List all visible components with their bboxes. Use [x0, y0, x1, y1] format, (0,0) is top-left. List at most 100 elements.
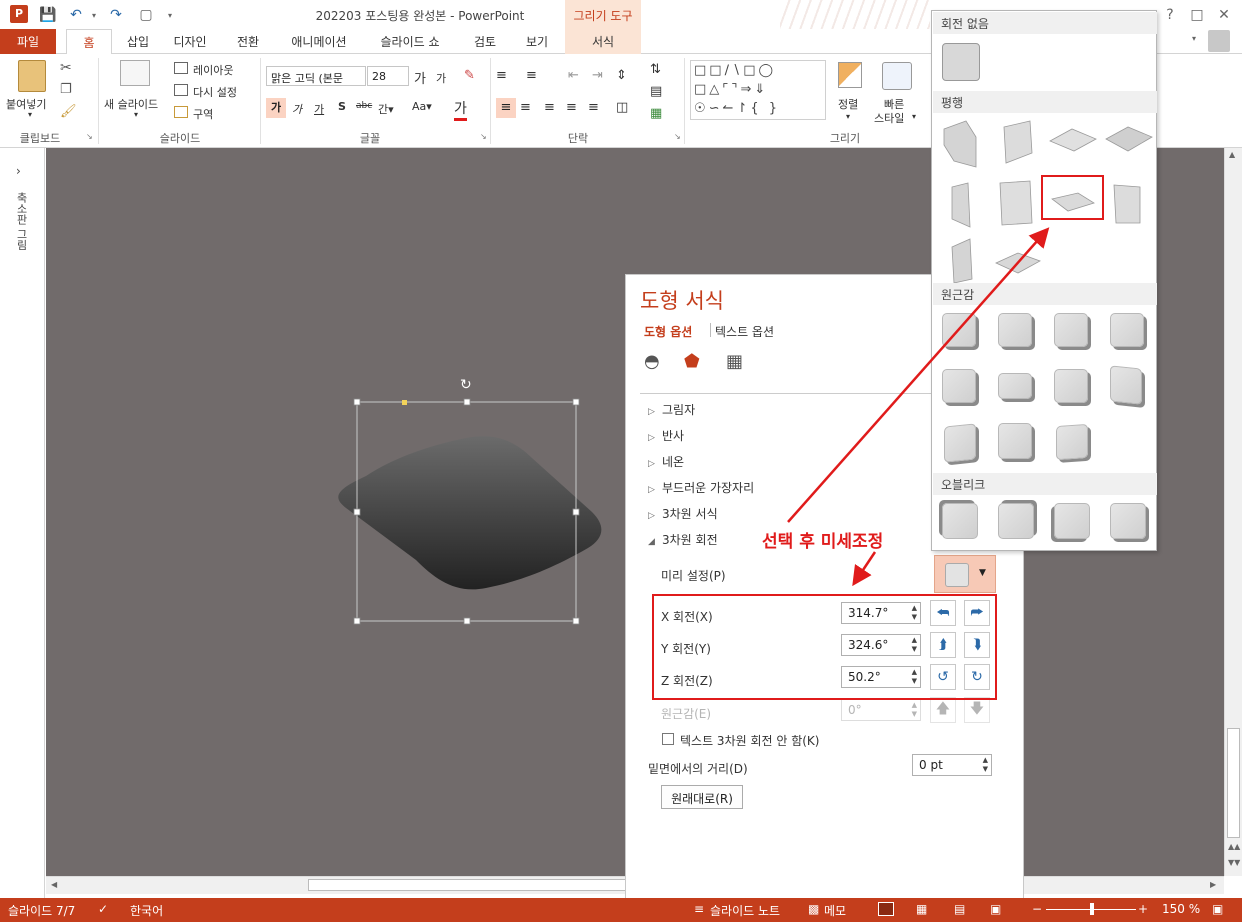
tab-format[interactable]: 서식: [565, 29, 641, 54]
preset-dropdown-button[interactable]: ▼: [934, 555, 996, 593]
h-scroll-thumb[interactable]: [308, 879, 628, 891]
preset-perspective-1[interactable]: [942, 313, 976, 347]
paste-icon[interactable]: [18, 60, 46, 92]
preset-perspective-10[interactable]: [998, 423, 1032, 459]
font-launcher-icon[interactable]: ↘: [480, 132, 487, 141]
distance-input[interactable]: 0 pt ▲ ▼: [912, 754, 992, 776]
tab-file[interactable]: 파일: [0, 29, 56, 54]
keep-text-flat-label[interactable]: 텍스트 3차원 회전 안 함(K): [680, 732, 820, 749]
notes-button[interactable]: 슬라이드 노트: [710, 902, 780, 919]
zoom-slider-thumb[interactable]: [1090, 903, 1094, 915]
comments-button[interactable]: 메모: [824, 902, 846, 919]
preset-perspective-2[interactable]: [998, 313, 1032, 347]
preset-perspective-6[interactable]: [998, 373, 1032, 399]
copy-icon[interactable]: ❐: [60, 82, 72, 97]
section-3d-format[interactable]: ▷ 3차원 서식: [648, 505, 718, 522]
preset-oblique-2[interactable]: [998, 503, 1034, 539]
line-spacing-icon[interactable]: ⇕: [616, 68, 627, 83]
new-slide-icon[interactable]: [120, 60, 150, 86]
cut-icon[interactable]: ✂: [60, 60, 72, 76]
spellcheck-icon[interactable]: ✓: [98, 902, 108, 916]
preset-no-rotation[interactable]: [942, 43, 980, 81]
clipboard-launcher-icon[interactable]: ↘: [86, 132, 93, 141]
tab-animations[interactable]: 애니메이션: [284, 29, 354, 54]
font-color-icon[interactable]: 가: [454, 98, 467, 121]
quick-styles-dropdown-icon[interactable]: ▾: [912, 112, 916, 121]
quick-styles-icon[interactable]: [882, 62, 912, 90]
section-glow[interactable]: ▷ 네온: [648, 453, 684, 470]
tab-design[interactable]: 디자인: [166, 29, 214, 54]
vertical-scrollbar[interactable]: ▲ ▲▲ ▼▼: [1224, 148, 1242, 876]
preset-perspective-5[interactable]: [942, 369, 976, 403]
paragraph-launcher-icon[interactable]: ↘: [674, 132, 681, 141]
scroll-up-icon[interactable]: ▲: [1229, 150, 1235, 159]
reading-view-icon[interactable]: ▤: [954, 902, 965, 916]
font-name-combo[interactable]: 맑은 고딕 (본문: [266, 66, 366, 86]
quick-styles-label-2[interactable]: 스타일: [874, 110, 904, 126]
arrange-button[interactable]: 정렬: [838, 96, 858, 112]
preset-perspective-9[interactable]: [944, 423, 976, 463]
zoom-level[interactable]: 150 %: [1162, 902, 1200, 916]
zoom-out-icon[interactable]: −: [1032, 902, 1042, 916]
paste-button[interactable]: 붙여넣기: [6, 96, 46, 112]
align-text-icon[interactable]: ▤: [650, 84, 662, 99]
preset-oblique-4[interactable]: [1110, 503, 1146, 539]
reset-button[interactable]: 원래대로(R): [661, 785, 743, 809]
columns-icon[interactable]: ◫: [616, 100, 628, 115]
section-3d-rotation[interactable]: ◢ 3차원 회전: [648, 531, 718, 548]
bullets-icon[interactable]: ≡: [496, 68, 507, 83]
align-center-icon[interactable]: ≡: [520, 100, 531, 115]
align-right-icon[interactable]: ≡: [544, 100, 555, 115]
help-icon[interactable]: ?: [1160, 5, 1180, 25]
scroll-thumb[interactable]: [1227, 728, 1240, 838]
strikethrough-icon[interactable]: abc: [356, 101, 372, 111]
tab-slideshow[interactable]: 슬라이드 쇼: [372, 29, 448, 54]
underline-icon[interactable]: 가: [314, 101, 324, 117]
normal-view-icon[interactable]: [878, 902, 894, 916]
tab-shape-options[interactable]: 도형 옵션: [644, 323, 692, 340]
numbering-icon[interactable]: ≡: [526, 68, 537, 83]
slideshow-view-icon[interactable]: ▣: [990, 902, 1001, 916]
scroll-right-icon[interactable]: ▶: [1210, 880, 1216, 889]
clear-formatting-icon[interactable]: ✎: [464, 68, 475, 83]
grow-font-icon[interactable]: 가: [414, 68, 426, 87]
bold-icon[interactable]: 가: [266, 98, 286, 118]
collapse-ribbon-icon[interactable]: ▾: [1192, 34, 1196, 43]
layout-button[interactable]: 레이아웃: [193, 62, 233, 78]
decrease-indent-icon[interactable]: ⇤: [568, 68, 579, 83]
arrange-dropdown-icon[interactable]: ▾: [846, 112, 850, 121]
size-properties-icon[interactable]: ▦: [726, 351, 743, 372]
shadow-text-icon[interactable]: S: [338, 100, 346, 113]
account-avatar[interactable]: [1208, 30, 1230, 52]
tab-transitions[interactable]: 전환: [228, 29, 268, 54]
tab-view[interactable]: 보기: [518, 29, 556, 54]
paste-dropdown-icon[interactable]: ▾: [28, 110, 32, 119]
keep-text-flat-checkbox[interactable]: [662, 733, 674, 745]
zoom-in-icon[interactable]: +: [1138, 902, 1148, 916]
format-painter-icon[interactable]: 🖌: [60, 104, 77, 119]
char-spacing-icon[interactable]: 간▾: [378, 101, 394, 117]
smartart-icon[interactable]: ▦: [650, 106, 662, 121]
increase-indent-icon[interactable]: ⇥: [592, 68, 603, 83]
tab-text-options[interactable]: 텍스트 옵션: [715, 323, 774, 340]
text-direction-icon[interactable]: ⇅: [650, 62, 661, 77]
tab-home[interactable]: 홈: [66, 29, 112, 55]
preset-perspective-3[interactable]: [1054, 313, 1088, 347]
expand-thumbnails-icon[interactable]: ›: [16, 164, 21, 178]
change-case-icon[interactable]: Aa▾: [412, 100, 432, 113]
close-icon[interactable]: ✕: [1214, 5, 1234, 25]
distribute-icon[interactable]: ≡: [588, 100, 599, 115]
section-shadow[interactable]: ▷ 그림자: [648, 401, 695, 418]
tab-review[interactable]: 검토: [466, 29, 504, 54]
fill-line-icon[interactable]: ◓: [644, 351, 660, 372]
align-left-icon[interactable]: ≡: [496, 98, 516, 118]
new-slide-dropdown-icon[interactable]: ▾: [134, 110, 138, 119]
preset-oblique-3[interactable]: [1054, 503, 1090, 539]
maximize-icon[interactable]: □: [1187, 5, 1207, 25]
arrange-icon[interactable]: [838, 62, 862, 88]
preset-highlight-box[interactable]: [1041, 175, 1104, 220]
preset-perspective-4[interactable]: [1110, 313, 1144, 347]
preset-perspective-11[interactable]: [1056, 423, 1088, 461]
tab-insert[interactable]: 삽입: [116, 29, 160, 54]
section-soft-edges[interactable]: ▷ 부드러운 가장자리: [648, 479, 754, 496]
